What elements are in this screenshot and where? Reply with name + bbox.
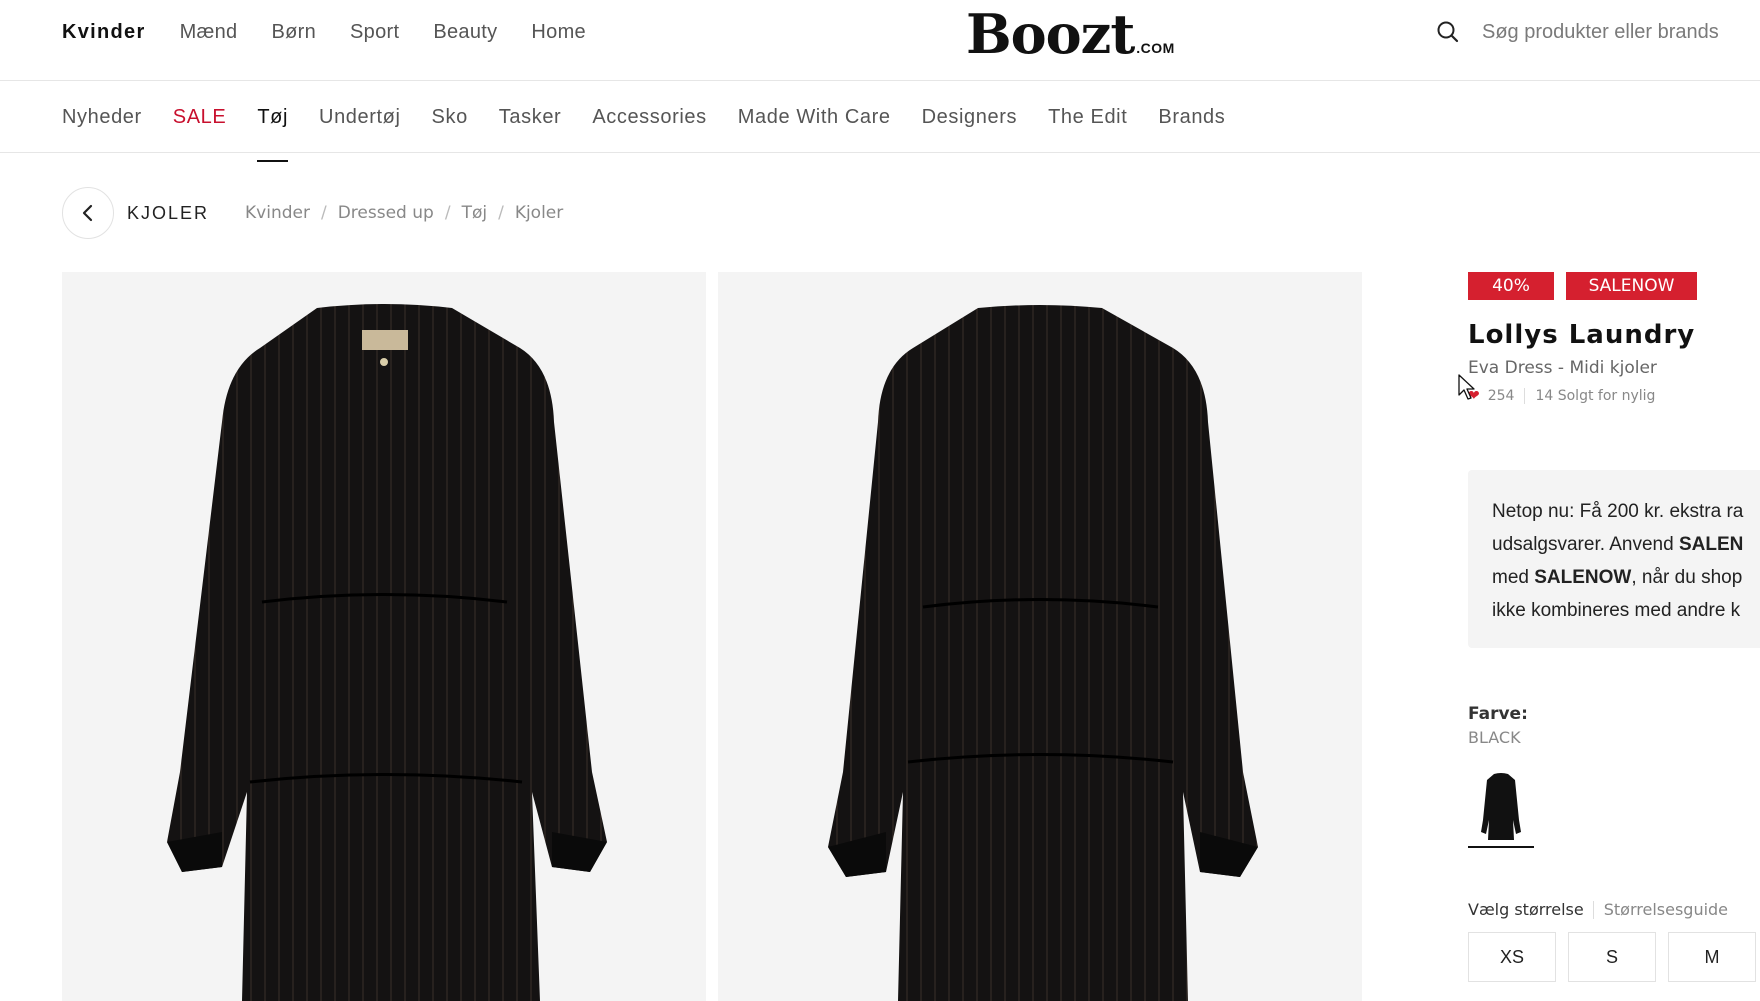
search-icon[interactable] — [1436, 20, 1460, 44]
search-bar[interactable] — [1436, 20, 1760, 44]
breadcrumb-separator: / — [498, 203, 504, 223]
cat-nav-designers[interactable]: Designers — [922, 105, 1017, 129]
category-bar: Nyheder SALE Tøj Undertøj Sko Tasker Acc… — [0, 81, 1760, 162]
cat-nav-accessories[interactable]: Accessories — [592, 105, 706, 129]
breadcrumb-separator: / — [444, 203, 451, 223]
product-info-panel: 40% SALENOW Lollys Laundry Eva Dress - M… — [1468, 272, 1760, 982]
product-meta: ❤ 254 14 Solgt for nylig — [1468, 388, 1760, 404]
cat-nav-sko[interactable]: Sko — [432, 105, 468, 129]
promo-text: med — [1492, 567, 1535, 588]
promo-text: , når du shop — [1631, 567, 1743, 588]
logo-suffix: .COM — [1136, 40, 1175, 56]
breadcrumb-item-kvinder[interactable]: Kvinder — [245, 203, 310, 223]
site-logo[interactable]: Boozt .COM — [966, 2, 1175, 66]
promo-code: SALEN — [1678, 534, 1744, 555]
cat-nav-the-edit[interactable]: The Edit — [1048, 105, 1127, 129]
search-input[interactable] — [1482, 20, 1760, 44]
top-nav-sport[interactable]: Sport — [350, 20, 399, 44]
size-options: XS S M — [1468, 932, 1760, 982]
cat-nav-tasker[interactable]: Tasker — [499, 105, 562, 129]
back-button[interactable] — [62, 187, 114, 239]
discount-badge: 40% — [1468, 272, 1554, 300]
category-nav: Nyheder SALE Tøj Undertøj Sko Tasker Acc… — [62, 105, 1256, 162]
size-guide-link[interactable]: Størrelsesguide — [1604, 900, 1728, 919]
size-option-s[interactable]: S — [1568, 932, 1656, 982]
promo-line-4: ikke kombineres med andre k — [1492, 600, 1741, 621]
size-label: Vælg størrelse — [1468, 900, 1584, 919]
breadcrumb-item-kjoler[interactable]: Kjoler — [515, 203, 563, 223]
top-nav-boern[interactable]: Børn — [271, 20, 316, 44]
top-nav-beauty[interactable]: Beauty — [433, 20, 497, 44]
product-image-back[interactable] — [718, 272, 1362, 1001]
chevron-left-icon — [82, 204, 93, 222]
promo-text: udsalgsvarer. Anvend — [1492, 534, 1679, 555]
breadcrumb: Kvinder / Dressed up / Tøj / Kjoler — [245, 203, 563, 223]
top-nav-home[interactable]: Home — [531, 20, 586, 44]
color-swatch-black[interactable] — [1468, 770, 1534, 848]
top-nav-kvinder[interactable]: Kvinder — [62, 20, 146, 44]
cat-nav-sale[interactable]: SALE — [173, 105, 227, 129]
cat-nav-undertoej[interactable]: Undertøj — [319, 105, 401, 129]
sold-count: 14 Solgt for nylig — [1535, 388, 1656, 404]
size-option-m[interactable]: M — [1668, 932, 1756, 982]
top-header: Kvinder Mænd Børn Sport Beauty Home Booz… — [0, 0, 1760, 81]
badges: 40% SALENOW — [1468, 272, 1760, 300]
promo-line-3: med SALENOW, når du shop — [1492, 561, 1760, 594]
back-label[interactable]: KJOLER — [127, 203, 209, 224]
product-brand[interactable]: Lollys Laundry — [1468, 320, 1760, 350]
breadcrumb-item-dressed-up[interactable]: Dressed up — [338, 203, 434, 223]
promo-code: SALENOW — [1534, 567, 1632, 588]
color-value: BLACK — [1468, 728, 1521, 747]
cat-nav-brands[interactable]: Brands — [1158, 105, 1225, 129]
size-row: Vælg størrelse Størrelsesguide — [1468, 900, 1728, 919]
size-option-xs[interactable]: XS — [1468, 932, 1556, 982]
breadcrumb-item-toej[interactable]: Tøj — [462, 203, 488, 223]
promo-line-1: Netop nu: Få 200 kr. ekstra ra — [1492, 501, 1744, 522]
product-image-front[interactable] — [62, 272, 706, 1001]
code-badge: SALENOW — [1566, 272, 1697, 300]
color-label: Farve: — [1468, 704, 1528, 724]
divider — [1592, 900, 1594, 919]
product-subtitle: Eva Dress - Midi kjoler — [1468, 358, 1657, 378]
promo-line-2: udsalgsvarer. Anvend SALEN — [1492, 528, 1760, 561]
logo-text: Boozt — [966, 2, 1135, 66]
cat-nav-toej[interactable]: Tøj — [257, 105, 288, 162]
promo-box: Netop nu: Få 200 kr. ekstra ra udsalgsva… — [1468, 470, 1760, 648]
mouse-cursor-icon — [1458, 374, 1475, 400]
top-nav-maend[interactable]: Mænd — [180, 20, 238, 44]
breadcrumb-separator: / — [320, 203, 327, 223]
cat-nav-made-with-care[interactable]: Made With Care — [738, 105, 891, 129]
cat-nav-nyheder[interactable]: Nyheder — [62, 105, 142, 129]
breadcrumb-row: KJOLER Kvinder / Dressed up / Tøj / Kjol… — [62, 187, 563, 239]
divider — [1524, 388, 1526, 404]
likes-count: 254 — [1487, 388, 1515, 404]
top-nav: Kvinder Mænd Børn Sport Beauty Home — [62, 20, 620, 44]
